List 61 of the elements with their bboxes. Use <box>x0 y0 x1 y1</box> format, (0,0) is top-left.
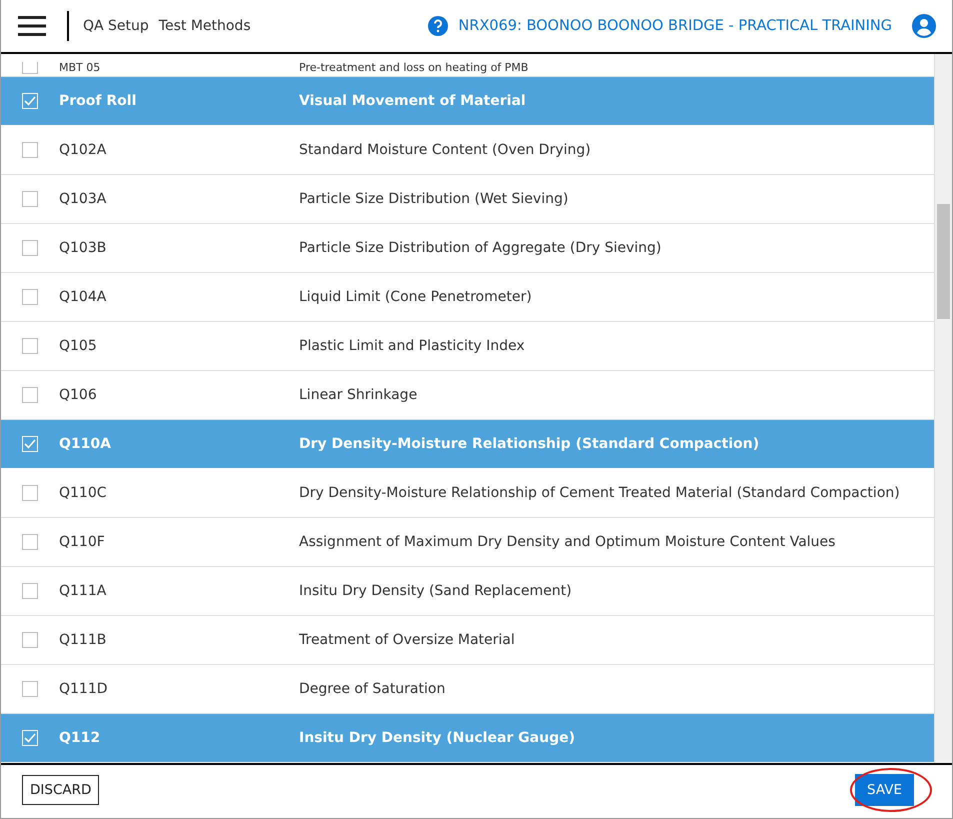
method-code: Q110A <box>59 436 112 452</box>
breadcrumb-item[interactable]: Test Methods <box>158 18 251 34</box>
method-name: Insitu Dry Density (Sand Replacement) <box>299 583 572 599</box>
user-avatar-icon[interactable] <box>912 14 936 38</box>
method-code: Q111B <box>59 632 108 648</box>
method-name: Degree of Saturation <box>299 681 446 697</box>
method-code: Q110F <box>59 534 106 550</box>
scrollbar-thumb[interactable] <box>937 204 950 319</box>
test-method-row[interactable]: Q105 Plastic Limit and Plasticity Index <box>1 322 934 371</box>
method-code: Q110C <box>59 485 108 501</box>
test-method-row[interactable]: Q102A Standard Moisture Content (Oven Drying) <box>1 126 934 175</box>
test-method-row[interactable]: Q103B Particle Size Distribution of Aggregate (Dry Sieving) <box>1 224 934 273</box>
method-code: Q111A <box>59 583 108 599</box>
method-name: Assignment of Maximum Dry Density and Optimum Moisture Content Values <box>299 534 836 550</box>
menu-icon[interactable] <box>18 15 46 37</box>
method-code: Q111D <box>59 681 109 697</box>
method-name: Liquid Limit (Cone Penetrometer) <box>299 289 532 305</box>
checkbox[interactable] <box>22 534 38 550</box>
checkbox[interactable] <box>22 240 38 256</box>
method-name: Dry Density-Moisture Relationship of Cement Treated Material (Standard Compaction) <box>299 485 900 501</box>
checkbox[interactable] <box>22 289 38 305</box>
method-code: MBT 05 <box>59 61 102 74</box>
method-name: Particle Size Distribution (Wet Sieving) <box>299 191 568 207</box>
checkbox[interactable] <box>22 338 38 354</box>
method-name: Standard Moisture Content (Oven Drying) <box>299 142 591 158</box>
test-method-row[interactable]: Q110F Assignment of Maximum Dry Density and Optimum Moisture Content Values <box>1 518 934 567</box>
project-title[interactable]: NRX069: BOONOO BOONOO BRIDGE - PRACTICAL TRAINING <box>458 18 892 34</box>
method-name: Visual Movement of Material <box>299 93 526 109</box>
checkbox[interactable] <box>22 583 38 599</box>
checkbox[interactable] <box>22 387 38 403</box>
method-name: Dry Density-Moisture Relationship (Standard Compaction) <box>299 436 760 452</box>
test-method-row[interactable]: Q110C Dry Density-Moisture Relationship of Cement Treated Material (Standard Compaction) <box>1 469 934 518</box>
checkbox[interactable] <box>22 632 38 648</box>
method-code: Q102A <box>59 142 108 158</box>
test-method-row[interactable]: Q104A Liquid Limit (Cone Penetrometer) <box>1 273 934 322</box>
test-method-row[interactable]: Q103A Particle Size Distribution (Wet Sieving) <box>1 175 934 224</box>
help-icon[interactable] <box>428 16 448 36</box>
breadcrumb-item[interactable]: QA Setup <box>83 18 149 34</box>
method-code: Q103B <box>59 240 108 256</box>
method-name: Plastic Limit and Plasticity Index <box>299 338 525 354</box>
method-name: Treatment of Oversize Material <box>299 632 515 648</box>
method-code: Q103A <box>59 191 108 207</box>
checkbox[interactable] <box>22 681 38 697</box>
method-name: Particle Size Distribution of Aggregate (Dry Sieving) <box>299 240 662 256</box>
checkbox[interactable] <box>22 191 38 207</box>
test-method-row[interactable]: Q111A Insitu Dry Density (Sand Replacement) <box>1 567 934 616</box>
method-name: Pre-treatment and loss on heating of PMB <box>299 61 528 74</box>
method-code: Q106 <box>59 387 98 403</box>
method-code: Proof Roll <box>59 93 138 109</box>
discard-button[interactable]: DISCARD <box>22 775 100 805</box>
method-name: Insitu Dry Density (Nuclear Gauge) <box>299 730 575 746</box>
test-method-row[interactable]: Q111B Treatment of Oversize Material <box>1 616 934 665</box>
save-button[interactable]: SAVE <box>855 774 914 806</box>
checkbox[interactable] <box>22 62 38 74</box>
checkbox[interactable] <box>22 142 38 158</box>
method-name: Linear Shrinkage <box>299 387 418 403</box>
checkbox[interactable] <box>22 485 38 501</box>
method-code: Q104A <box>59 289 108 305</box>
method-code: Q112 <box>59 730 102 746</box>
method-code: Q105 <box>59 338 98 354</box>
scrollbar[interactable] <box>935 54 952 763</box>
